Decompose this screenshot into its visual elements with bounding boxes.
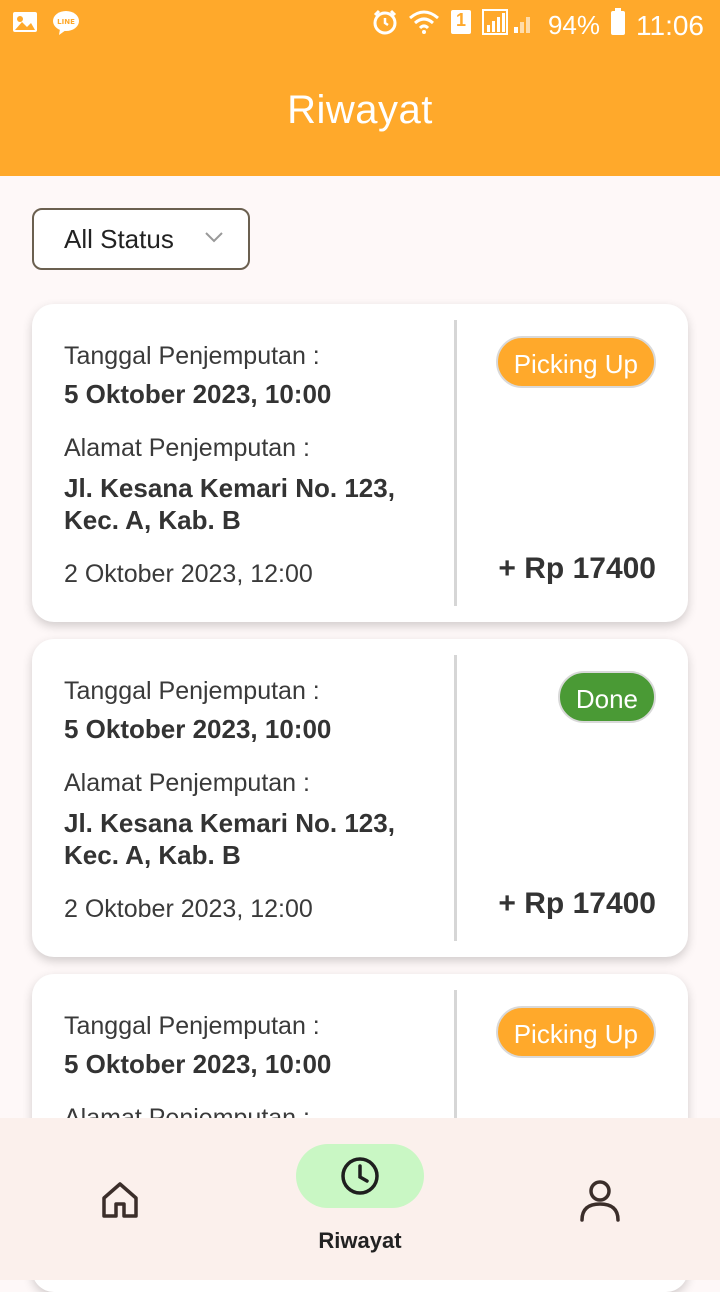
line-app-icon: LINE [52, 10, 80, 43]
gallery-notification-icon [12, 10, 38, 43]
pickup-address-line2: Kec. A, Kab. B [64, 505, 241, 535]
nav-home[interactable] [80, 1118, 160, 1280]
card-divider [454, 320, 457, 606]
pickup-address-line1: Jl. Kesana Kemari No. 123, [64, 473, 395, 503]
history-card[interactable]: Tanggal Penjemputan : 5 Oktober 2023, 10… [32, 639, 688, 957]
pickup-date-label: Tanggal Penjemputan : [64, 1012, 320, 1040]
status-filter-dropdown[interactable]: All Status [32, 208, 250, 270]
pickup-address-label: Alamat Penjemputan : [64, 434, 310, 462]
created-date: 2 Oktober 2023, 12:00 [64, 560, 313, 588]
nav-label-riwayat: Riwayat [318, 1228, 402, 1253]
battery-percent: 94% [547, 10, 600, 40]
wifi-icon [408, 10, 440, 41]
home-icon [100, 1180, 140, 1225]
status-badge: Done [557, 671, 656, 723]
price-amount: + Rp 17400 [498, 552, 656, 585]
app-header: LINE 1 94% 11:06 Riwayat [0, 0, 720, 176]
clock-time: 11:06 [636, 9, 704, 41]
status-filter-value: All Status [64, 223, 174, 254]
chevron-down-icon [204, 230, 224, 249]
profile-icon [578, 1178, 622, 1227]
page-title: Riwayat [287, 88, 433, 132]
pickup-date-label: Tanggal Penjemputan : [64, 342, 320, 370]
svg-text:LINE: LINE [57, 18, 75, 26]
pickup-date-value: 5 Oktober 2023, 10:00 [64, 1049, 332, 1079]
battery-icon [610, 8, 626, 43]
status-badge: Picking Up [495, 336, 656, 388]
card-divider [454, 655, 457, 941]
signal-icon [481, 9, 538, 42]
price-amount: + Rp 17400 [498, 887, 656, 920]
pickup-address-line1: Jl. Kesana Kemari No. 123, [64, 808, 395, 838]
history-card[interactable]: Tanggal Penjemputan : 5 Oktober 2023, 10… [32, 304, 688, 622]
nav-riwayat[interactable]: Riwayat [260, 1118, 460, 1280]
pickup-address-label: Alamat Penjemputan : [64, 769, 310, 797]
status-badge: Picking Up [495, 1006, 656, 1058]
pickup-date-value: 5 Oktober 2023, 10:00 [64, 379, 332, 409]
pickup-date-label: Tanggal Penjemputan : [64, 677, 320, 705]
alarm-icon [372, 9, 398, 42]
sim-icon: 1 [450, 9, 472, 42]
status-bar: LINE 1 94% 11:06 [0, 0, 720, 52]
pickup-date-value: 5 Oktober 2023, 10:00 [64, 714, 332, 744]
nav-profile[interactable] [560, 1118, 640, 1280]
bottom-navigation: Riwayat [0, 1118, 720, 1280]
clock-icon [340, 1156, 380, 1201]
pickup-address-line2: Kec. A, Kab. B [64, 840, 241, 870]
created-date: 2 Oktober 2023, 12:00 [64, 895, 313, 923]
